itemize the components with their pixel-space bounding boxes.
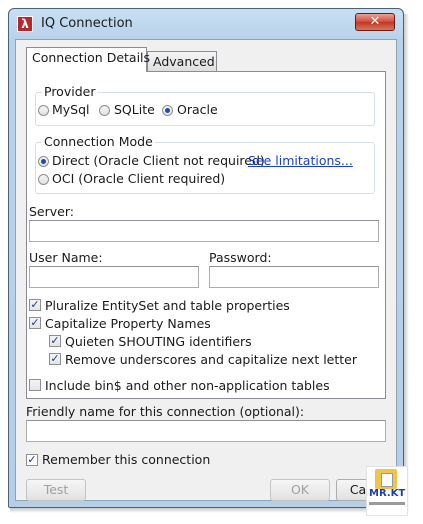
password-label: Password: (209, 250, 272, 265)
pluralize-label: Pluralize EntitySet and table properties (45, 298, 290, 313)
radio-mysql-label: MySql (52, 102, 90, 117)
window-title: IQ Connection (41, 16, 133, 31)
password-input[interactable] (209, 266, 379, 288)
dialog-body: Connection Details Advanced Provider MyS… (15, 39, 403, 501)
radio-oracle-label: Oracle (177, 102, 218, 117)
capitalize-label: Capitalize Property Names (45, 316, 211, 331)
radio-direct-label: Direct (Oracle Client not required) (52, 153, 265, 168)
logo-subtext-bar (369, 502, 405, 505)
tab-connection-details[interactable]: Connection Details (26, 47, 150, 72)
lambda-app-icon: λ (17, 16, 33, 32)
capitalize-checkbox[interactable]: ✓ (29, 317, 41, 329)
radio-mysql[interactable] (38, 105, 49, 116)
connection-mode-title: Connection Mode (42, 134, 155, 149)
provider-group: Provider MySql SQLite Oracle (35, 84, 375, 126)
username-label: User Name: (29, 250, 103, 265)
window-shadow-right (404, 14, 409, 512)
radio-oci-label: OCI (Oracle Client required) (52, 171, 226, 186)
friendly-name-label: Friendly name for this connection (optio… (26, 404, 305, 419)
radio-oracle[interactable] (162, 105, 173, 116)
server-label: Server: (29, 204, 74, 219)
mr-kt-watermark-logo: MR.KT (366, 466, 408, 516)
provider-group-title: Provider (42, 84, 98, 99)
username-input[interactable] (29, 266, 199, 288)
ok-button[interactable]: OK (270, 479, 330, 501)
server-input[interactable] (29, 220, 379, 242)
radio-direct[interactable] (38, 156, 49, 167)
quieten-checkbox[interactable]: ✓ (49, 335, 61, 347)
close-button[interactable]: ✕ (355, 13, 395, 31)
radio-sqlite-label: SQLite (114, 102, 155, 117)
test-button[interactable]: Test (26, 479, 86, 501)
include-bin-checkbox[interactable] (29, 379, 41, 391)
window-shadow-bottom (10, 508, 408, 513)
friendly-name-input[interactable] (26, 420, 386, 442)
remember-label: Remember this connection (42, 452, 211, 467)
remember-checkbox[interactable]: ✓ (26, 454, 38, 466)
radio-oci[interactable] (38, 174, 49, 185)
remove-underscores-checkbox[interactable]: ✓ (49, 353, 61, 365)
connection-mode-group: Connection Mode Direct (Oracle Client no… (35, 134, 375, 194)
title-bar[interactable]: λ IQ Connection ✕ (9, 9, 403, 39)
pluralize-checkbox[interactable]: ✓ (29, 299, 41, 311)
quieten-label: Quieten SHOUTING identifiers (65, 334, 252, 349)
tab-advanced[interactable]: Advanced (147, 51, 217, 73)
logo-mark-icon (375, 469, 397, 489)
see-limitations-link[interactable]: See limitations... (248, 153, 353, 168)
connection-details-panel: Provider MySql SQLite Oracle Connection … (26, 71, 386, 399)
logo-text: MR.KT (369, 488, 406, 499)
include-bin-label: Include bin$ and other non-application t… (45, 378, 330, 393)
remove-underscores-label: Remove underscores and capitalize next l… (65, 352, 358, 367)
iq-connection-dialog: λ IQ Connection ✕ Connection Details Adv… (8, 8, 404, 508)
radio-sqlite[interactable] (99, 105, 110, 116)
